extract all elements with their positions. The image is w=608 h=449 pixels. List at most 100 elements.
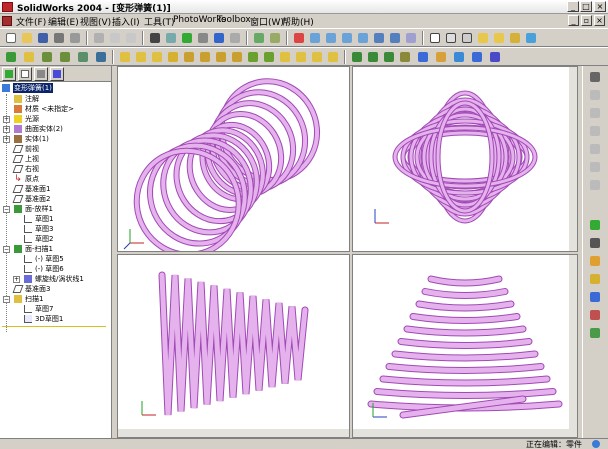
options-icon[interactable]	[196, 31, 210, 45]
shaded-icon[interactable]	[492, 31, 506, 45]
palette-icon[interactable]	[588, 308, 602, 322]
hole-icon[interactable]	[326, 50, 340, 64]
dimension-icon[interactable]	[76, 50, 90, 64]
tree-item-front-plane[interactable]: 前视	[0, 144, 111, 154]
view-palette-icon[interactable]	[588, 326, 602, 340]
select-icon[interactable]	[148, 31, 162, 45]
menu-tools[interactable]: 工具(T)	[144, 15, 175, 28]
3d-sketch-icon[interactable]	[488, 50, 502, 64]
mass-properties-icon[interactable]	[268, 31, 282, 45]
feature-tree-tab[interactable]	[2, 67, 16, 81]
section-icon[interactable]	[588, 124, 602, 138]
zoom-area-icon[interactable]	[324, 31, 338, 45]
tree-item-plane2[interactable]: 基准面2	[0, 194, 111, 204]
menu-toolbox[interactable]: Toolbox	[217, 15, 251, 25]
menu-help[interactable]: 帮助(H)	[282, 15, 314, 28]
expand-toggle[interactable]: +	[13, 276, 20, 283]
tree-item-sketch6[interactable]: (-) 草图6	[0, 264, 111, 274]
relations-icon[interactable]	[94, 50, 108, 64]
tree-item-surface-bodies[interactable]: + 曲面实体(2)	[0, 124, 111, 134]
tree-root[interactable]: 变形弹簧(1)	[0, 83, 111, 93]
menu-view[interactable]: 视图(V)	[80, 15, 111, 28]
expand-toggle[interactable]: +	[3, 116, 10, 123]
viewport-right[interactable]	[352, 254, 578, 438]
extrude-icon[interactable]	[118, 50, 132, 64]
revolve-icon[interactable]	[134, 50, 148, 64]
hidden-lines-visible-icon[interactable]	[444, 31, 458, 45]
sketch-mode-icon[interactable]	[4, 50, 18, 64]
tree-item-origin[interactable]: ↳ 原点	[0, 174, 111, 184]
pencil-icon[interactable]	[292, 31, 306, 45]
hidden-lines-removed-icon[interactable]	[460, 31, 474, 45]
reference-geometry-icon[interactable]	[398, 50, 412, 64]
loft-icon[interactable]	[166, 50, 180, 64]
help-icon[interactable]	[592, 440, 600, 448]
section-icon[interactable]	[588, 106, 602, 120]
vertical-scrollbar[interactable]	[569, 67, 577, 251]
curves-icon[interactable]	[416, 50, 430, 64]
fillet-icon[interactable]	[246, 50, 260, 64]
menu-window[interactable]: 窗口(W)	[250, 15, 284, 28]
viewport-top[interactable]	[352, 66, 578, 252]
draft-icon[interactable]	[310, 50, 324, 64]
rib-icon[interactable]	[278, 50, 292, 64]
menu-edit[interactable]: 编辑(E)	[48, 15, 79, 28]
photoworks-tab[interactable]	[50, 67, 64, 81]
spline-icon[interactable]	[58, 50, 72, 64]
tree-item-sweep1[interactable]: − 扫描1	[0, 294, 111, 304]
redo-icon[interactable]	[124, 31, 138, 45]
surfaces-icon[interactable]	[434, 50, 448, 64]
expand-toggle[interactable]: +	[3, 126, 10, 133]
horizontal-scrollbar[interactable]	[118, 429, 349, 437]
tree-item-solid-bodies[interactable]: + 实体(1)	[0, 134, 111, 144]
section-icon[interactable]	[588, 160, 602, 174]
tree-item-surface-loft1[interactable]: − 面-放样1	[0, 204, 111, 214]
section-icon[interactable]	[588, 88, 602, 102]
tree-item-surface-sweep1[interactable]: − 面-扫描1	[0, 244, 111, 254]
menu-file[interactable]: 文件(F)	[16, 15, 46, 28]
menu-insert[interactable]: 插入(I)	[112, 15, 140, 28]
zoom-in-out-icon[interactable]	[340, 31, 354, 45]
shaded-with-edges-icon[interactable]	[476, 31, 490, 45]
tree-item-right-plane[interactable]: 右视	[0, 164, 111, 174]
mdi-close-button[interactable]: ×	[594, 15, 605, 26]
rollback-bar[interactable]	[2, 326, 106, 327]
expand-toggle[interactable]: +	[3, 136, 10, 143]
rebuild-icon[interactable]	[180, 31, 194, 45]
document-icon[interactable]	[2, 16, 12, 26]
zoom-selection-icon[interactable]	[356, 31, 370, 45]
viewport-front[interactable]	[117, 254, 350, 438]
collapse-toggle[interactable]: −	[3, 206, 10, 213]
sketch-icon[interactable]	[164, 31, 178, 45]
sketch-tool-icon[interactable]	[588, 218, 602, 232]
mdi-restore-button[interactable]: ▫	[581, 15, 592, 26]
tree-item-3dsketch1[interactable]: 3D草图1	[0, 314, 111, 324]
tree-item-material[interactable]: 材质 <未指定>	[0, 104, 111, 114]
cut-sweep-icon[interactable]	[214, 50, 228, 64]
circular-pattern-icon[interactable]	[366, 50, 380, 64]
tree-item-plane3[interactable]: 基准面3	[0, 284, 111, 294]
print-icon[interactable]	[52, 31, 66, 45]
configuration-manager-tab[interactable]	[34, 67, 48, 81]
close-button[interactable]: ×	[594, 1, 606, 12]
linear-pattern-icon[interactable]	[350, 50, 364, 64]
tree-item-sketch3[interactable]: 草图3	[0, 224, 111, 234]
view-orientation-icon[interactable]	[404, 31, 418, 45]
search-icon[interactable]	[588, 290, 602, 304]
curves-dropdown-icon[interactable]	[470, 50, 484, 64]
smart-dimension-icon[interactable]	[22, 50, 36, 64]
collapse-toggle[interactable]: −	[3, 246, 10, 253]
tree-item-annotations[interactable]: 注解	[0, 94, 111, 104]
help-icon[interactable]	[212, 31, 226, 45]
tree-item-top-plane[interactable]: 上视	[0, 154, 111, 164]
save-icon[interactable]	[36, 31, 50, 45]
section-icon[interactable]	[588, 178, 602, 192]
tree-item-sketch5[interactable]: (-) 草图5	[0, 254, 111, 264]
tree-item-sketch2[interactable]: 草图2	[0, 234, 111, 244]
file-explorer-icon[interactable]	[588, 272, 602, 286]
horizontal-scrollbar[interactable]	[353, 429, 577, 437]
maximize-button[interactable]: □	[580, 1, 592, 12]
section-view-icon[interactable]	[524, 31, 538, 45]
measure-icon[interactable]	[252, 31, 266, 45]
rotate-view-icon[interactable]	[372, 31, 386, 45]
